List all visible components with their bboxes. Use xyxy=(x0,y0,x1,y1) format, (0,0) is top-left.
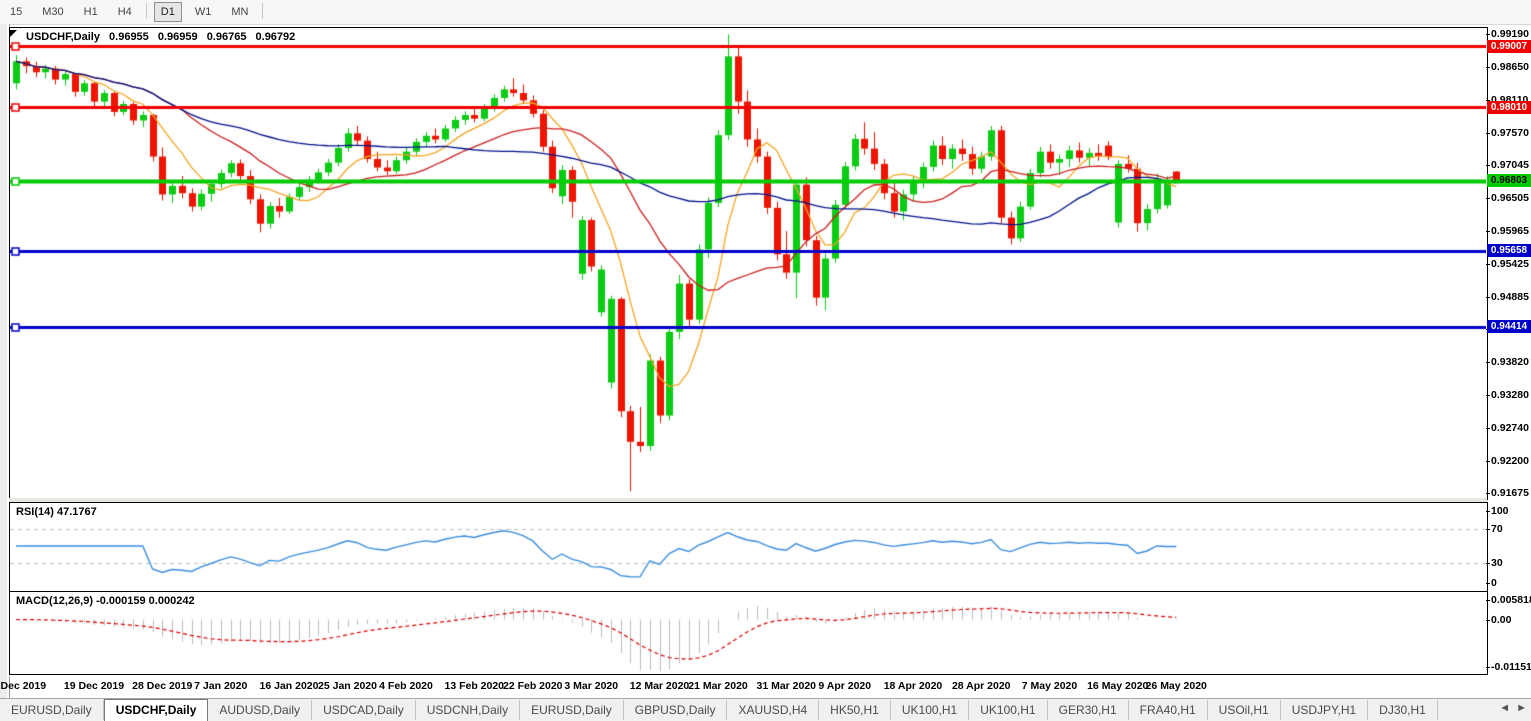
date-axis-tick: 18 Apr 2020 xyxy=(884,680,943,692)
macd-axis-tick: -0.011514 xyxy=(1491,661,1531,673)
timeframe-button-mn[interactable]: MN xyxy=(224,2,255,22)
macd-axis-tick: 0.00 xyxy=(1491,614,1511,626)
date-axis-tick: 12 Mar 2020 xyxy=(630,680,690,692)
chart-tab-usdcad-daily[interactable]: USDCAD,Daily xyxy=(312,700,416,720)
timeframe-button-h4[interactable]: H4 xyxy=(111,2,139,22)
date-axis-tick: 16 May 2020 xyxy=(1087,680,1148,692)
chart-tab-audusd-daily[interactable]: AUDUSD,Daily xyxy=(208,700,312,720)
rsi-label: RSI(14) 47.1767 xyxy=(16,506,97,518)
chart-shift-marker-icon[interactable] xyxy=(10,30,17,37)
timeframe-button-h1[interactable]: H1 xyxy=(77,2,105,22)
toolbar-separator xyxy=(262,3,263,19)
timeframe-toolbar: 15 M30 H1 H4 D1 W1MN xyxy=(0,0,1531,25)
ohlc-low: 0.96765 xyxy=(207,31,247,43)
chart-tab-eurusd-daily[interactable]: EURUSD,Daily xyxy=(520,700,624,720)
date-axis-tick: 28 Dec 2019 xyxy=(132,680,192,692)
timeframe-button-d1[interactable]: D1 xyxy=(154,2,182,22)
date-axis-tick: 7 May 2020 xyxy=(1022,680,1077,692)
price-axis-tick: 0.92740 xyxy=(1491,422,1529,434)
price-axis-tick: 0.91675 xyxy=(1491,487,1529,499)
date-axis-tick: 28 Apr 2020 xyxy=(952,680,1011,692)
chart-tab-xauusd-h4[interactable]: XAUUSD,H4 xyxy=(727,700,819,720)
symbol-timeframe-label: USDCHF,Daily xyxy=(26,31,100,43)
price-axis-tick: 0.97045 xyxy=(1491,159,1529,171)
chart-tab-hk50-h1[interactable]: HK50,H1 xyxy=(819,700,891,720)
timeframe-button-15[interactable]: 15 xyxy=(3,2,29,22)
price-axis-tick: 0.97570 xyxy=(1491,127,1529,139)
price-axis-tick: 0.96505 xyxy=(1491,192,1529,204)
date-axis-tick: 3 Mar 2020 xyxy=(564,680,618,692)
price-axis-tick: 0.94885 xyxy=(1491,291,1529,303)
price-axis-tick: 0.93280 xyxy=(1491,389,1529,401)
price-axis-tick: 0.93820 xyxy=(1491,356,1529,368)
price-line-badge: 0.95658 xyxy=(1487,244,1531,257)
price-line-badge: 0.99007 xyxy=(1487,40,1531,53)
rsi-axis-tick: 70 xyxy=(1491,523,1503,535)
date-axis-tick: 19 Dec 2019 xyxy=(64,680,124,692)
date-axis-tick: 26 May 2020 xyxy=(1146,680,1207,692)
toolbar-separator xyxy=(146,3,147,19)
price-axis-tick: 0.95425 xyxy=(1491,258,1529,270)
chart-tab-bar: EURUSD,DailyUSDCHF,DailyAUDUSD,DailyUSDC… xyxy=(0,698,1531,721)
date-axis-tick: 25 Jan 2020 xyxy=(318,680,377,692)
chart-tab-usdchf-daily[interactable]: USDCHF,Daily xyxy=(104,699,209,721)
price-line-badge: 0.96803 xyxy=(1487,174,1531,187)
chart-tab-ger30-h1[interactable]: GER30,H1 xyxy=(1048,700,1129,720)
price-line-badge: 0.98010 xyxy=(1487,101,1531,114)
chart-tab-usdjpy-h1[interactable]: USDJPY,H1 xyxy=(1281,700,1368,720)
tab-scroll-arrows: ◄► xyxy=(1493,702,1527,714)
price-chart-canvas[interactable] xyxy=(10,28,1486,497)
date-axis-tick: 7 Jan 2020 xyxy=(194,680,247,692)
price-line-badge: 0.94414 xyxy=(1487,320,1531,333)
timeframe-button-w1[interactable]: W1 xyxy=(188,2,219,22)
macd-label: MACD(12,26,9) -0.000159 0.000242 xyxy=(16,595,195,607)
rsi-canvas[interactable] xyxy=(10,503,1486,589)
tab-scroll-left-icon[interactable]: ◄ xyxy=(1499,702,1510,714)
date-axis-tick: 16 Jan 2020 xyxy=(260,680,319,692)
macd-axis-tick: 0.005818 xyxy=(1491,594,1531,606)
chart-title: USDCHF,Daily 0.96955 0.96959 0.96765 0.9… xyxy=(26,31,301,43)
price-axis-tick: 0.98650 xyxy=(1491,61,1529,73)
rsi-axis-tick: 0 xyxy=(1491,577,1497,589)
chart-tab-usoil-h1[interactable]: USOil,H1 xyxy=(1208,700,1281,720)
tab-scroll-right-icon[interactable]: ► xyxy=(1516,702,1527,714)
chart-tab-uk100-h1[interactable]: UK100,H1 xyxy=(891,700,969,720)
ohlc-open: 0.96955 xyxy=(109,31,149,43)
chart-tab-fra40-h1[interactable]: FRA40,H1 xyxy=(1129,700,1208,720)
date-axis-tick: 31 Mar 2020 xyxy=(756,680,816,692)
chart-tab-gbpusd-daily[interactable]: GBPUSD,Daily xyxy=(624,700,728,720)
price-axis-tick: 0.95965 xyxy=(1491,225,1529,237)
date-axis-tick: 21 Mar 2020 xyxy=(688,680,748,692)
ohlc-high: 0.96959 xyxy=(158,31,198,43)
rsi-axis-tick: 100 xyxy=(1491,505,1509,517)
chart-tab-dj30-h1[interactable]: DJ30,H1 xyxy=(1368,700,1438,720)
chart-tab-usdcnh-daily[interactable]: USDCNH,Daily xyxy=(416,700,520,720)
timeframe-button-m30[interactable]: M30 xyxy=(35,2,70,22)
ohlc-close: 0.96792 xyxy=(256,31,296,43)
price-axis-tick: 0.99190 xyxy=(1491,28,1529,40)
date-axis-tick: 22 Feb 2020 xyxy=(503,680,563,692)
date-axis-tick: 13 Feb 2020 xyxy=(444,680,504,692)
date-axis-tick: 4 Feb 2020 xyxy=(379,680,433,692)
date-axis-tick: 10 Dec 2019 xyxy=(0,680,46,692)
chart-tab-eurusd-daily[interactable]: EURUSD,Daily xyxy=(0,700,104,720)
price-axis-tick: 0.92200 xyxy=(1491,455,1529,467)
date-axis-tick: 9 Apr 2020 xyxy=(818,680,871,692)
rsi-axis-tick: 30 xyxy=(1491,557,1503,569)
macd-canvas[interactable] xyxy=(10,592,1486,672)
chart-tab-uk100-h1[interactable]: UK100,H1 xyxy=(969,700,1047,720)
